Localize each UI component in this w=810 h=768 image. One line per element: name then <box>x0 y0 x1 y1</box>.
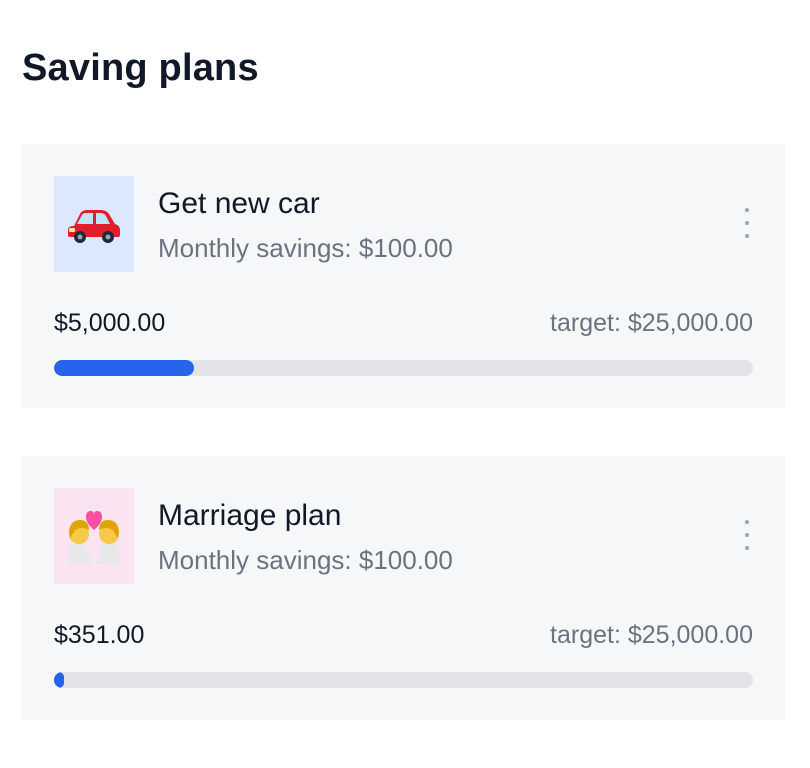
plan-card[interactable]: Get new car Monthly savings: $100.00 $5,… <box>22 144 785 408</box>
plan-name: Marriage plan <box>158 499 342 532</box>
plan-name: Get new car <box>158 187 320 220</box>
progress-bar <box>54 672 753 688</box>
plan-target-amount: target: $25,000.00 <box>550 309 753 337</box>
saving-plans-page: Saving plans Get new car Monthly savings… <box>0 0 810 768</box>
plan-target-amount: target: $25,000.00 <box>550 621 753 649</box>
more-options-icon[interactable] <box>737 520 757 550</box>
page-title: Saving plans <box>22 47 259 89</box>
plan-list: Get new car Monthly savings: $100.00 $5,… <box>22 144 785 768</box>
progress-fill <box>54 360 194 376</box>
plan-saved-amount: $5,000.00 <box>54 309 166 337</box>
plan-monthly-savings: Monthly savings: $100.00 <box>158 233 453 263</box>
car-icon <box>54 176 134 272</box>
progress-fill <box>54 672 64 688</box>
plan-saved-amount: $351.00 <box>54 621 145 649</box>
more-options-icon[interactable] <box>737 208 757 238</box>
plan-card[interactable]: Marriage plan Monthly savings: $100.00 $… <box>22 456 785 720</box>
couple-kiss-icon <box>54 488 134 584</box>
progress-bar <box>54 360 753 376</box>
plan-monthly-savings: Monthly savings: $100.00 <box>158 545 453 575</box>
